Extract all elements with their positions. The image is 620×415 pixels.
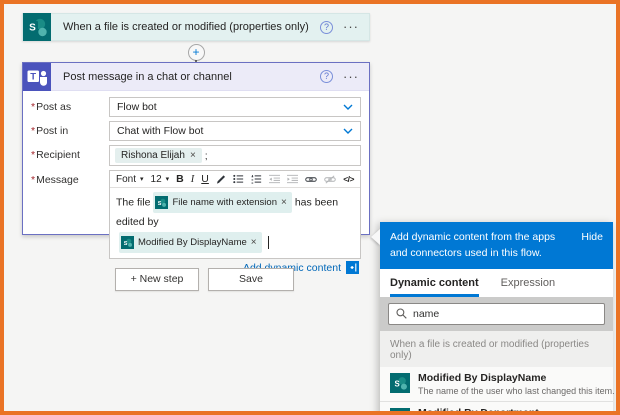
- message-content[interactable]: The fileSFile name with extension×has be…: [110, 188, 360, 258]
- sharepoint-icon: S: [121, 236, 134, 249]
- underline-button[interactable]: U: [201, 173, 209, 185]
- message-label: *Message: [31, 170, 109, 186]
- hide-button[interactable]: Hide: [581, 229, 603, 245]
- recipient-field[interactable]: Rishona Elijah × ;: [109, 145, 361, 166]
- panel-tabs: Dynamic content Expression: [380, 269, 613, 297]
- trigger-card[interactable]: S When a file is created or modified (pr…: [22, 13, 370, 41]
- post-as-dropdown[interactable]: Flow bot: [109, 97, 361, 117]
- search-icon: [396, 308, 407, 319]
- indent-icon: [287, 174, 298, 184]
- sharepoint-icon: S: [390, 373, 410, 393]
- panel-section-title: When a file is created or modified (prop…: [380, 331, 613, 367]
- search-box[interactable]: [388, 303, 605, 325]
- sharepoint-icon: S: [155, 196, 168, 209]
- insert-step-button[interactable]: +: [188, 44, 205, 61]
- dynamic-content-list: S Modified By DisplayNameThe name of the…: [380, 367, 613, 415]
- rich-text-toolbar: Font▾ 12▾ B I U </>: [110, 171, 360, 188]
- message-text: The file: [116, 196, 150, 208]
- numbered-list-icon[interactable]: [251, 174, 262, 184]
- bullet-list-icon[interactable]: [233, 174, 244, 184]
- remove-chip-icon[interactable]: ×: [190, 150, 196, 161]
- remove-chip-icon[interactable]: ×: [281, 193, 287, 212]
- svg-text:S: S: [124, 241, 128, 247]
- action-title: Post message in a chat or channel: [63, 71, 320, 83]
- svg-text:T: T: [30, 71, 36, 82]
- tab-expression[interactable]: Expression: [501, 271, 555, 297]
- chevron-down-icon: [343, 128, 353, 134]
- sharepoint-icon: S: [23, 13, 51, 41]
- svg-text:S: S: [395, 379, 400, 388]
- teams-icon: T: [23, 63, 51, 91]
- flow-designer-canvas: S When a file is created or modified (pr…: [0, 0, 620, 415]
- panel-header: Add dynamic content from the apps and co…: [380, 222, 613, 269]
- post-as-label: *Post as: [31, 97, 109, 113]
- trigger-title: When a file is created or modified (prop…: [63, 21, 320, 33]
- recipient-suffix: ;: [205, 150, 208, 162]
- code-view-button[interactable]: </>: [343, 174, 354, 184]
- outdent-icon: [269, 174, 280, 184]
- post-in-dropdown[interactable]: Chat with Flow bot: [109, 121, 361, 141]
- help-icon[interactable]: ?: [320, 70, 333, 83]
- sharepoint-icon: S: [390, 408, 410, 415]
- dynamic-content-item[interactable]: S Modified By DepartmentDepartment name …: [380, 401, 613, 415]
- help-icon[interactable]: ?: [320, 21, 333, 34]
- panel-beak: [371, 229, 380, 245]
- dynamic-token-chip[interactable]: SModified By DisplayName×: [119, 232, 262, 253]
- dynamic-content-item[interactable]: S Modified By DisplayNameThe name of the…: [380, 367, 613, 401]
- bold-button[interactable]: B: [176, 173, 184, 185]
- text-color-icon[interactable]: [216, 174, 226, 185]
- dynamic-token-chip[interactable]: SFile name with extension×: [153, 192, 291, 213]
- text-cursor: [268, 236, 269, 249]
- svg-text:S: S: [158, 201, 162, 207]
- unlink-icon: [324, 175, 336, 184]
- more-menu-icon[interactable]: ···: [343, 22, 359, 32]
- font-size-dropdown[interactable]: 12▾: [151, 174, 170, 185]
- svg-text:S: S: [29, 23, 36, 34]
- action-card-header[interactable]: T Post message in a chat or channel ? ··…: [23, 63, 369, 91]
- tab-dynamic-content[interactable]: Dynamic content: [390, 271, 479, 297]
- italic-button[interactable]: I: [191, 174, 195, 185]
- remove-chip-icon[interactable]: ×: [251, 233, 257, 252]
- search-band: [380, 297, 613, 331]
- post-in-label: *Post in: [31, 121, 109, 137]
- action-card[interactable]: T Post message in a chat or channel ? ··…: [22, 62, 370, 235]
- recipient-chip[interactable]: Rishona Elijah ×: [115, 148, 202, 163]
- search-input[interactable]: [413, 308, 597, 320]
- new-step-button[interactable]: + New step: [115, 268, 199, 291]
- link-icon[interactable]: [305, 175, 317, 184]
- recipient-label: *Recipient: [31, 145, 109, 161]
- save-button[interactable]: Save: [208, 268, 294, 291]
- more-menu-icon[interactable]: ···: [343, 72, 359, 82]
- message-editor[interactable]: Font▾ 12▾ B I U </>: [109, 170, 361, 259]
- dynamic-content-panel: Add dynamic content from the apps and co…: [380, 222, 613, 415]
- add-dynamic-content-icon[interactable]: [346, 261, 359, 274]
- font-family-dropdown[interactable]: Font▾: [116, 174, 144, 185]
- chevron-down-icon: [343, 104, 353, 110]
